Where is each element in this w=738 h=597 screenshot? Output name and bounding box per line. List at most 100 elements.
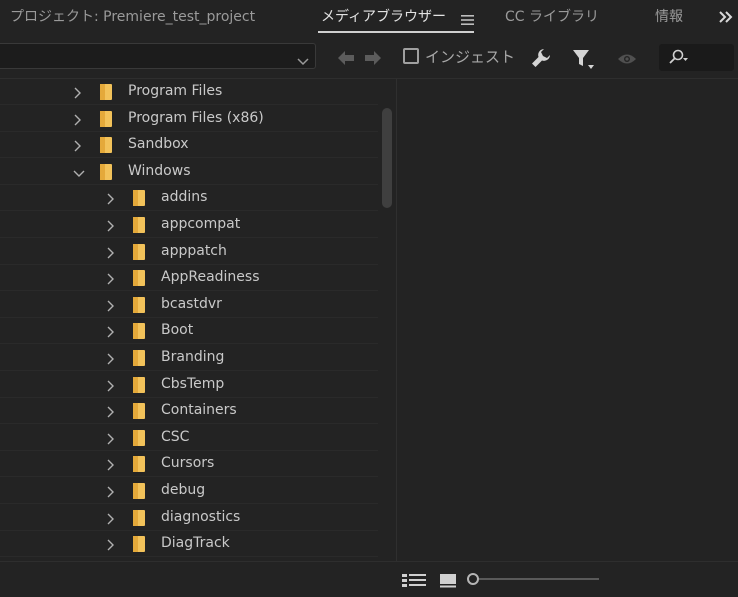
chevron-down-icon <box>297 51 309 70</box>
tree-row[interactable]: bcastdvr <box>0 292 378 318</box>
chevron-right-icon[interactable] <box>72 85 84 104</box>
panel-tab-bar: プロジェクト: Premiere_test_project メディアブラウザー … <box>0 0 738 36</box>
folder-icon <box>99 83 113 105</box>
chevron-right-icon[interactable] <box>72 112 84 131</box>
tree-scrollbar-thumb[interactable] <box>382 108 392 208</box>
tree-row-label: CSC <box>161 428 190 445</box>
folder-icon <box>132 216 146 238</box>
list-view-icon[interactable] <box>402 573 426 592</box>
chevron-right-icon[interactable] <box>105 511 117 530</box>
tree-row-label: CbsTemp <box>161 375 225 392</box>
tree-row[interactable]: Program Files <box>0 79 378 105</box>
zoom-slider-track[interactable] <box>479 578 599 580</box>
tree-row-label: bcastdvr <box>161 295 222 312</box>
ingest-checkbox[interactable] <box>403 48 419 64</box>
active-tab-indicator <box>318 31 474 33</box>
folder-icon <box>132 189 146 211</box>
tree-row-label: Sandbox <box>128 136 189 153</box>
tab-info[interactable]: 情報 <box>655 0 683 34</box>
chevron-right-icon[interactable] <box>105 245 117 264</box>
chevron-right-icon[interactable] <box>105 378 117 397</box>
folder-icon <box>99 136 113 158</box>
chevron-right-icon[interactable] <box>105 271 117 290</box>
arrow-right-icon[interactable] <box>364 50 382 70</box>
tab-media-browser[interactable]: メディアブラウザー <box>321 0 446 34</box>
eye-icon[interactable] <box>617 51 637 70</box>
tree-row[interactable]: debug <box>0 478 378 504</box>
ingest-label: インジェスト <box>425 48 516 66</box>
zoom-slider-handle[interactable] <box>467 573 479 585</box>
tree-row[interactable]: diagnostics <box>0 505 378 531</box>
chevron-right-icon[interactable] <box>105 484 117 503</box>
chevron-right-icon[interactable] <box>105 457 117 476</box>
tree-row-label: Windows <box>128 162 191 179</box>
chevron-right-icon[interactable] <box>72 138 84 157</box>
chevron-right-icon[interactable] <box>105 191 117 210</box>
tree-row[interactable]: AppReadiness <box>0 265 378 292</box>
chevron-right-icon[interactable] <box>105 298 117 317</box>
tree-row[interactable]: DiagTrack <box>0 531 378 558</box>
tab-cc-libraries[interactable]: CC ライブラリ <box>505 0 599 34</box>
tree-row[interactable]: CbsTemp <box>0 372 378 398</box>
tree-row[interactable]: Sandbox <box>0 132 378 159</box>
chevron-right-icon[interactable] <box>105 324 117 343</box>
bottom-bar <box>0 561 738 597</box>
tree-row[interactable]: Boot <box>0 318 378 345</box>
tree-row-label: apppatch <box>161 242 227 259</box>
folder-icon <box>132 349 146 371</box>
tree-row[interactable]: apppatch <box>0 239 378 265</box>
tree-row[interactable]: addins <box>0 185 378 212</box>
chevron-right-icon[interactable] <box>105 431 117 450</box>
chevron-right-icon[interactable] <box>105 351 117 370</box>
tab-project[interactable]: プロジェクト: Premiere_test_project <box>10 0 255 34</box>
tree-row-label: Program Files <box>128 83 223 99</box>
folder-icon <box>99 110 113 132</box>
tree-row[interactable]: Containers <box>0 398 378 425</box>
tree-row[interactable]: Cursors <box>0 451 378 478</box>
path-dropdown[interactable] <box>0 43 316 69</box>
folder-icon <box>132 509 146 531</box>
tree-row-label: addins <box>161 189 208 206</box>
filter-icon[interactable] <box>571 47 595 75</box>
media-browser-toolbar: インジェスト <box>0 40 738 76</box>
tree-row-label: Program Files (x86) <box>128 109 264 126</box>
tree-row-label: AppReadiness <box>161 269 260 286</box>
tree-row-label: Cursors <box>161 455 215 472</box>
tree-row[interactable]: Windows <box>0 159 378 185</box>
tree-row[interactable]: appcompat <box>0 212 378 238</box>
folder-icon <box>132 243 146 265</box>
tree-row[interactable]: Program Files (x86) <box>0 106 378 132</box>
folder-icon <box>132 429 146 451</box>
folder-icon <box>132 269 146 291</box>
folder-tree: Program Files Program Files (x86) Sandbox W… <box>0 79 380 561</box>
folder-icon <box>132 482 146 504</box>
tree-row[interactable]: Branding <box>0 345 378 371</box>
folder-icon <box>132 402 146 424</box>
hamburger-icon[interactable] <box>461 11 474 30</box>
tree-row-label: Boot <box>161 322 194 339</box>
chevron-right-icon[interactable] <box>105 537 117 556</box>
icon-view-icon[interactable] <box>440 573 456 592</box>
folder-icon <box>99 163 113 185</box>
chevron-down-icon[interactable] <box>72 165 86 184</box>
folder-icon <box>132 376 146 398</box>
content-preview-pane <box>397 79 738 561</box>
tree-row-label: DiagTrack <box>161 535 230 552</box>
search-input[interactable] <box>659 44 734 71</box>
folder-icon <box>132 322 146 344</box>
tree-row-label: debug <box>161 482 206 498</box>
tree-row-label: Branding <box>161 349 225 365</box>
double-chevron-right-icon[interactable] <box>718 9 734 28</box>
tree-row-label: Containers <box>161 402 237 419</box>
folder-icon <box>132 535 146 557</box>
tree-row[interactable]: CSC <box>0 425 378 451</box>
folder-icon <box>132 455 146 477</box>
chevron-right-icon[interactable] <box>105 218 117 237</box>
arrow-left-icon[interactable] <box>337 50 355 70</box>
tree-row-label: diagnostics <box>161 508 241 525</box>
folder-icon <box>132 296 146 318</box>
chevron-right-icon[interactable] <box>105 404 117 423</box>
search-icon <box>667 49 689 69</box>
wrench-icon[interactable] <box>530 47 552 73</box>
tree-row-label: appcompat <box>161 216 241 232</box>
